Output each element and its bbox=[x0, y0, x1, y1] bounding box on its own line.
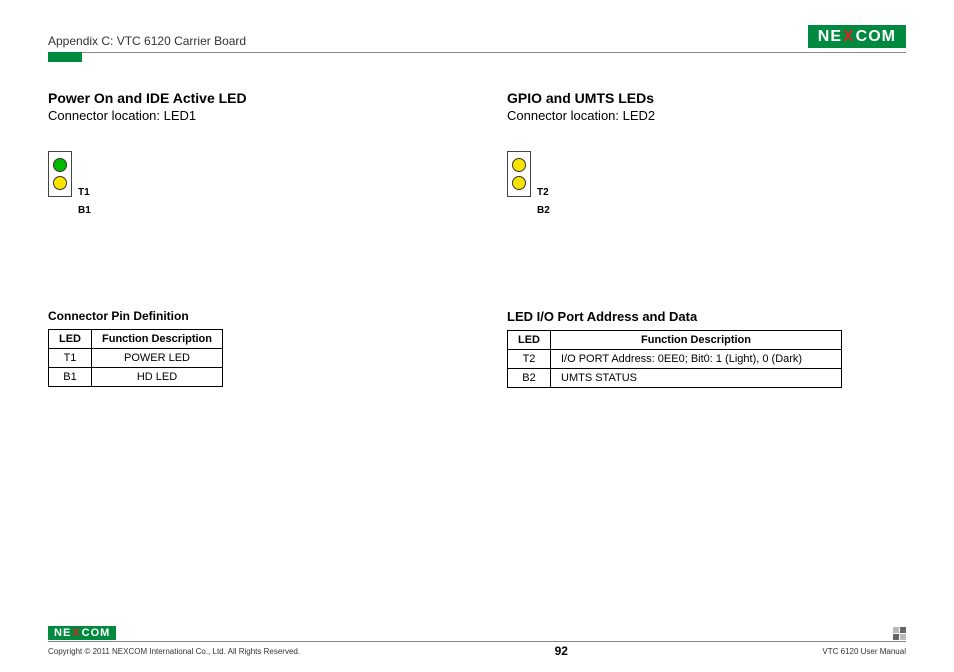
table-cell: I/O PORT Address: 0EE0; Bit0: 1 (Light),… bbox=[551, 350, 842, 369]
led2-label-t2: T2 bbox=[537, 186, 550, 200]
table-row: T1 POWER LED bbox=[49, 349, 223, 368]
logo-text-post: COM bbox=[82, 627, 111, 639]
table-cell: UMTS STATUS bbox=[551, 369, 842, 388]
led1-label-t1: T1 bbox=[78, 186, 91, 200]
table-cell: T2 bbox=[508, 350, 551, 369]
table-cell: POWER LED bbox=[92, 349, 223, 368]
led-dot-green-icon bbox=[53, 158, 67, 172]
page-number: 92 bbox=[555, 644, 568, 658]
led1-label-b1: B1 bbox=[78, 204, 91, 218]
table-row: B1 HD LED bbox=[49, 368, 223, 387]
table-row: T2 I/O PORT Address: 0EE0; Bit0: 1 (Ligh… bbox=[508, 350, 842, 369]
connector-location-led2: Connector location: LED2 bbox=[507, 108, 906, 123]
pin-definition-table-led1: LED Function Description T1 POWER LED B1… bbox=[48, 329, 223, 387]
table-cell: B2 bbox=[508, 369, 551, 388]
table-cell: HD LED bbox=[92, 368, 223, 387]
right-column: GPIO and UMTS LEDs Connector location: L… bbox=[507, 90, 906, 388]
table-header-led: LED bbox=[49, 330, 92, 349]
logo-text-pre: NE bbox=[818, 28, 842, 46]
manual-name: VTC 6120 User Manual bbox=[822, 647, 906, 656]
header-rule bbox=[48, 52, 906, 53]
led2-label-b2: B2 bbox=[537, 204, 550, 218]
led-dot-yellow-icon bbox=[512, 176, 526, 190]
page-footer: NEXCOM Copyright © 2011 NEXCOM Internati… bbox=[48, 625, 906, 658]
appendix-title: Appendix C: VTC 6120 Carrier Board bbox=[48, 34, 246, 48]
copyright-text: Copyright © 2011 NEXCOM International Co… bbox=[48, 647, 300, 656]
led1-diagram: T1 B1 bbox=[48, 151, 447, 253]
nexcom-logo-top: NEXCOM bbox=[808, 25, 906, 48]
led-io-port-heading: LED I/O Port Address and Data bbox=[507, 309, 906, 324]
section-title-power-ide: Power On and IDE Active LED bbox=[48, 90, 447, 106]
logo-text-pre: NE bbox=[54, 627, 71, 639]
table-header-func: Function Description bbox=[551, 331, 842, 350]
footer-squares-icon bbox=[893, 627, 906, 640]
table-header-func: Function Description bbox=[92, 330, 223, 349]
pin-definition-table-led2: LED Function Description T2 I/O PORT Add… bbox=[507, 330, 842, 388]
logo-text-x: X bbox=[72, 627, 80, 639]
logo-text-x: X bbox=[843, 28, 855, 46]
section-title-gpio-umts: GPIO and UMTS LEDs bbox=[507, 90, 906, 106]
table-header-led: LED bbox=[508, 331, 551, 350]
led-dot-yellow-icon bbox=[512, 158, 526, 172]
connector-location-led1: Connector location: LED1 bbox=[48, 108, 447, 123]
table-cell: B1 bbox=[49, 368, 92, 387]
table-row: B2 UMTS STATUS bbox=[508, 369, 842, 388]
led-dot-yellow-icon bbox=[53, 176, 67, 190]
logo-text-post: COM bbox=[856, 28, 896, 46]
connector-pin-definition-heading: Connector Pin Definition bbox=[48, 309, 447, 323]
green-tab-icon bbox=[48, 52, 82, 62]
nexcom-logo-bottom: NEXCOM bbox=[48, 625, 116, 640]
table-cell: T1 bbox=[49, 349, 92, 368]
led2-diagram: T2 B2 bbox=[507, 151, 906, 253]
left-column: Power On and IDE Active LED Connector lo… bbox=[48, 90, 447, 388]
